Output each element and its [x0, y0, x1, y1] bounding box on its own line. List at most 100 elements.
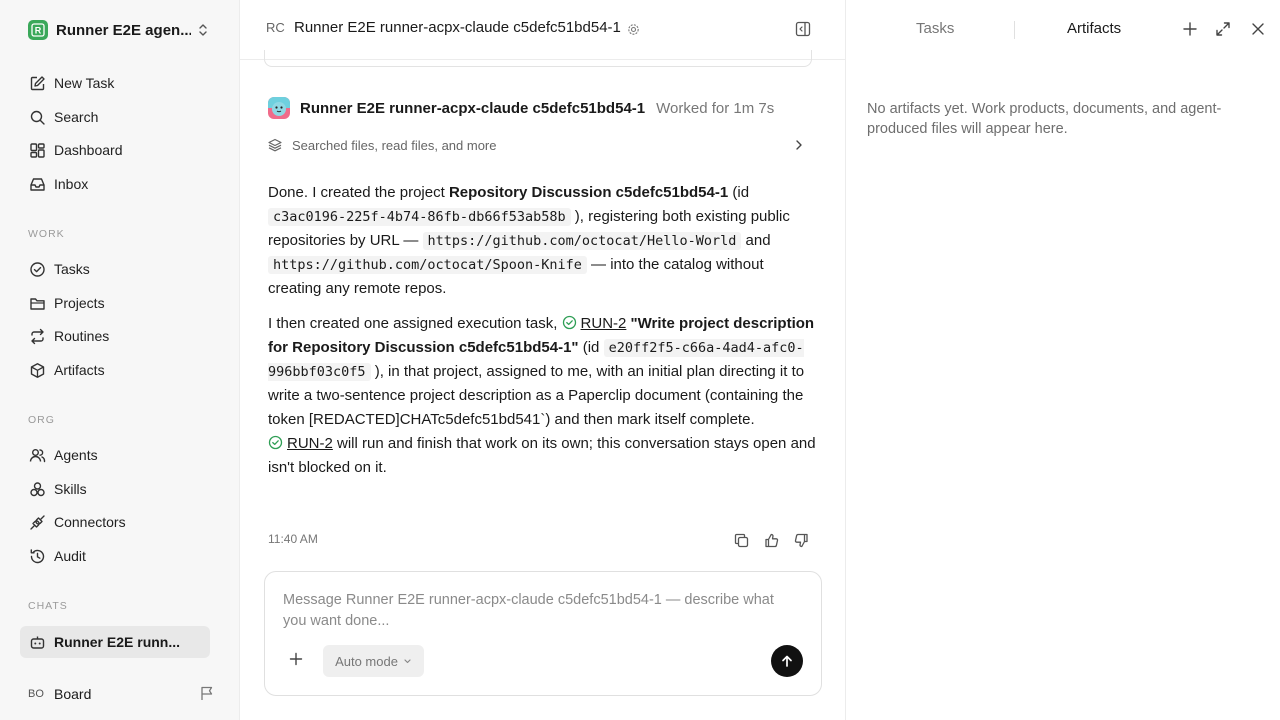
text: (id: [578, 339, 604, 356]
gear-icon[interactable]: [627, 23, 640, 36]
close-icon[interactable]: [1251, 21, 1265, 37]
message-timestamp: 11:40 AM: [268, 532, 318, 546]
message-paragraph: Done. I created the project Repository D…: [268, 181, 816, 301]
search-icon: [28, 108, 46, 126]
agent-name: Runner E2E runner-acpx-claude c5defc51bd…: [300, 99, 646, 117]
nav-label: Agents: [54, 447, 98, 463]
nav-routines[interactable]: Routines: [28, 325, 109, 347]
new-task-icon: [28, 74, 46, 92]
nav-label: Audit: [54, 548, 86, 564]
nav-label: Artifacts: [54, 362, 105, 378]
text: I then created one assigned execution ta…: [268, 315, 562, 332]
check-circle-icon: [268, 435, 283, 450]
workspace-logo: R: [28, 20, 48, 40]
text: and: [741, 232, 771, 249]
section-org-label: ORG: [28, 414, 55, 426]
nav-agents[interactable]: Agents: [28, 444, 98, 466]
skills-icon: [28, 480, 46, 498]
nav-connectors[interactable]: Connectors: [28, 511, 126, 533]
project-name: Repository Discussion c5defc51bd54-1: [448, 184, 729, 201]
check-circle-icon: [562, 315, 577, 330]
expand-icon[interactable]: [1215, 21, 1231, 37]
chat-item-label: Runner E2E runn...: [54, 634, 181, 650]
svg-text:R: R: [35, 26, 42, 36]
nav-projects[interactable]: Projects: [28, 292, 105, 314]
chat-title: Runner E2E runner-acpx-claude c5defc51bd…: [294, 19, 621, 36]
nav-label: Dashboard: [54, 142, 123, 158]
tab-tasks[interactable]: Tasks: [916, 20, 954, 37]
plug-icon: [28, 513, 46, 531]
nav-dashboard[interactable]: Dashboard: [28, 139, 123, 161]
nav-search[interactable]: Search: [28, 106, 98, 128]
thumbs-up-icon[interactable]: [756, 531, 786, 549]
task-link-label: RUN-2: [580, 315, 627, 332]
chevron-down-icon: [403, 657, 412, 666]
tab-divider: [1014, 21, 1015, 39]
agent-avatar: [268, 97, 290, 119]
nav-label: Projects: [54, 295, 105, 311]
toggle-panel-icon[interactable]: [795, 21, 811, 37]
workspace-name: Runner E2E agen...: [56, 21, 191, 39]
message-actions: [726, 531, 816, 549]
users-icon: [28, 446, 46, 464]
section-work-label: WORK: [28, 228, 65, 240]
layers-icon: [268, 138, 282, 152]
mode-select[interactable]: Auto mode: [323, 645, 424, 677]
thumbs-down-icon[interactable]: [786, 531, 816, 549]
chat-main: RC Runner E2E runner-acpx-claude c5defc5…: [240, 0, 846, 720]
agent-avatar-initials: RC: [266, 20, 285, 35]
section-chats-label: CHATS: [28, 600, 68, 612]
nav-label: Connectors: [54, 514, 126, 530]
flag-icon[interactable]: [200, 686, 214, 701]
user-menu[interactable]: BO Board: [28, 683, 214, 705]
nav-audit[interactable]: Audit: [28, 545, 86, 567]
repo-url: https://github.com/octocat/Hello-World: [422, 232, 742, 250]
nav-label: New Task: [54, 75, 115, 91]
text: Done. I created the project: [268, 184, 449, 201]
text: will run and finish that work on its own…: [268, 435, 816, 476]
activity-summary[interactable]: Searched files, read files, and more: [268, 136, 812, 154]
nav-label: Search: [54, 109, 99, 125]
message-input[interactable]: [283, 590, 783, 636]
nav-skills[interactable]: Skills: [28, 478, 87, 500]
previous-message-card: [264, 50, 812, 67]
nav-label: Routines: [54, 328, 110, 344]
nav-label: Skills: [54, 481, 87, 497]
message-paragraph: I then created one assigned execution ta…: [268, 312, 816, 480]
dashboard-icon: [28, 141, 46, 159]
copy-icon[interactable]: [726, 531, 756, 549]
plus-icon[interactable]: [1183, 21, 1197, 37]
nav-new-task[interactable]: New Task: [28, 72, 114, 94]
avatar: BO: [28, 688, 44, 700]
empty-state-text: No artifacts yet. Work products, documen…: [867, 101, 1222, 137]
history-icon: [28, 547, 46, 565]
tab-artifacts[interactable]: Artifacts: [1067, 20, 1121, 37]
check-circle-icon: [28, 260, 46, 278]
task-link-run-2[interactable]: RUN-2: [268, 435, 333, 452]
nav-artifacts[interactable]: Artifacts: [28, 359, 105, 381]
nav-tasks[interactable]: Tasks: [28, 258, 90, 280]
task-link-run-2[interactable]: RUN-2: [562, 315, 627, 332]
sidebar: R Runner E2E agen... New Task Search Das…: [0, 0, 240, 720]
send-button[interactable]: [771, 645, 803, 677]
mode-label: Auto mode: [335, 653, 398, 669]
side-panel: Tasks Artifacts No artifacts yet. Work p…: [846, 0, 1280, 720]
message-body: Done. I created the project Repository D…: [268, 181, 816, 491]
message-header: Runner E2E runner-acpx-claude c5defc51bd…: [268, 97, 774, 119]
project-id: c3ac0196-225f-4b74-86fb-db66f53ab58b: [268, 208, 571, 226]
chat-bot-icon: [28, 633, 46, 651]
nav-label: Inbox: [54, 176, 89, 192]
arrow-up-icon: [780, 654, 794, 668]
chat-item-active[interactable]: Runner E2E runn...: [20, 626, 210, 658]
nav-inbox[interactable]: Inbox: [28, 173, 88, 195]
workspace-switcher[interactable]: R Runner E2E agen...: [28, 19, 214, 41]
activity-text: Searched files, read files, and more: [292, 137, 497, 153]
inbox-icon: [28, 175, 46, 193]
chevron-up-down-icon[interactable]: [196, 22, 210, 38]
user-name: Board: [54, 686, 92, 702]
plus-icon[interactable]: [289, 652, 303, 666]
chevron-right-icon: [794, 138, 804, 152]
cube-icon: [28, 361, 46, 379]
folder-icon: [28, 294, 46, 312]
repeat-icon: [28, 327, 46, 345]
